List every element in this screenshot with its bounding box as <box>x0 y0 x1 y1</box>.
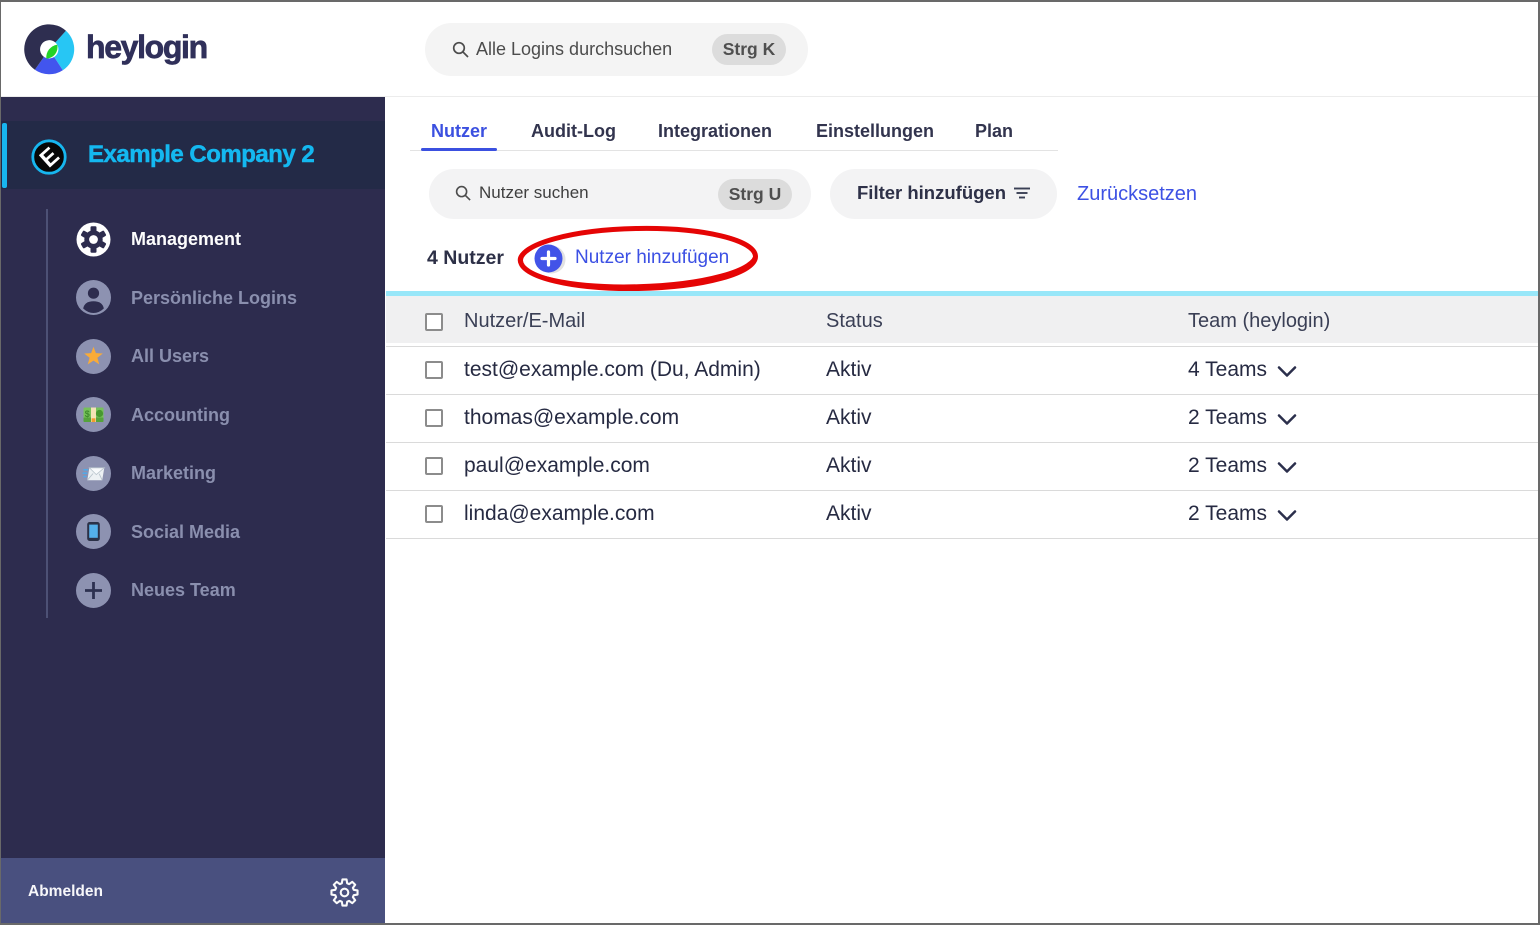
svg-text:$: $ <box>85 409 90 419</box>
